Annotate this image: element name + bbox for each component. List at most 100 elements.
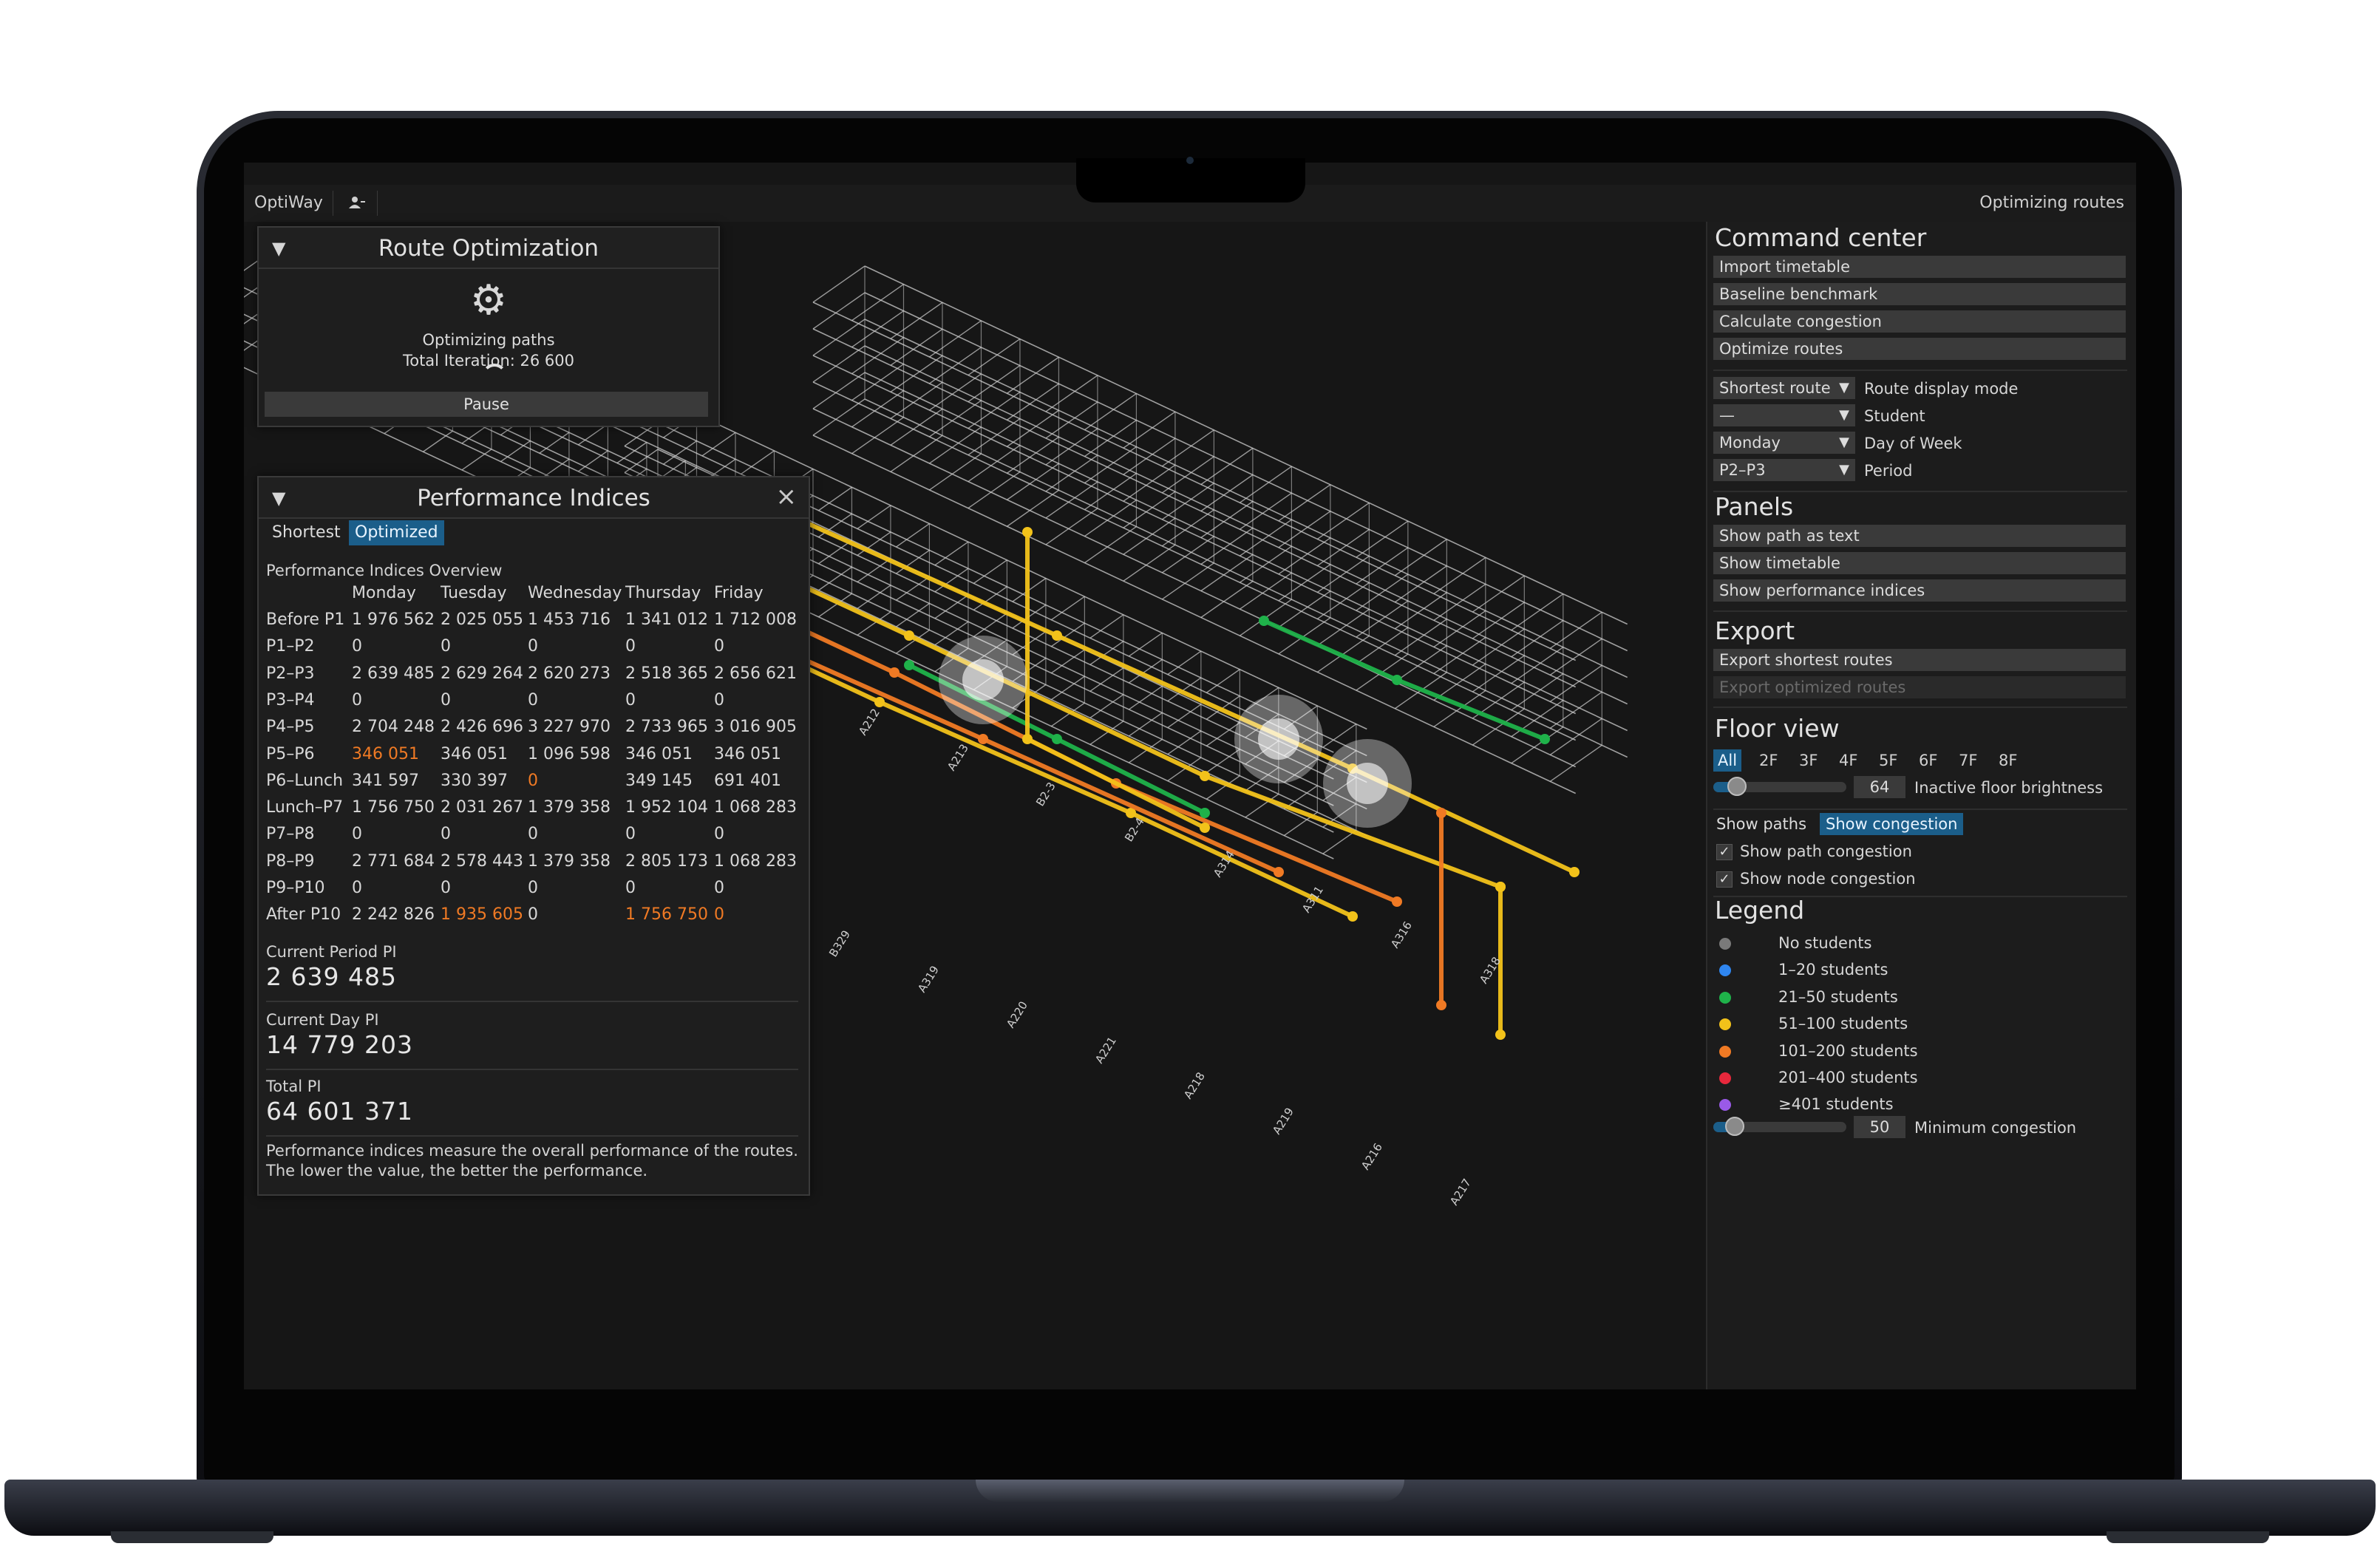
room-edge bbox=[857, 505, 891, 529]
room-edge bbox=[1167, 730, 1202, 755]
table-cell: 691 401 bbox=[714, 771, 781, 790]
optimize-routes-button[interactable]: Optimize routes bbox=[1713, 338, 2126, 360]
table-cell: 2 639 485 bbox=[352, 664, 435, 683]
floor-tab-7f[interactable]: 7F bbox=[1954, 749, 1982, 772]
row-label: P1–P2 bbox=[266, 637, 315, 656]
menubar-divider bbox=[377, 191, 378, 216]
room-label: A217 bbox=[1447, 1177, 1474, 1208]
route-node bbox=[1274, 867, 1284, 877]
current-period-label: Current Period PI bbox=[266, 943, 397, 961]
room-edge bbox=[973, 613, 1007, 637]
pi-footnote: Performance indices measure the overall … bbox=[266, 1141, 798, 1181]
floor-tab-4f[interactable]: 4F bbox=[1835, 749, 1862, 772]
floor-tab-6f[interactable]: 6F bbox=[1914, 749, 1942, 772]
column-header: Tuesday bbox=[441, 584, 507, 602]
user-icon[interactable] bbox=[346, 192, 367, 213]
table-cell: 1 712 008 bbox=[714, 610, 797, 629]
minimum-congestion-slider[interactable] bbox=[1713, 1117, 1846, 1136]
floor-tab-8f[interactable]: 8F bbox=[1994, 749, 2022, 772]
floor-brightness-slider[interactable] bbox=[1713, 777, 1846, 796]
route-node bbox=[1495, 1029, 1506, 1040]
route-display-mode-select[interactable]: Shortest route ▼ bbox=[1713, 377, 1855, 399]
legend-color-dot bbox=[1719, 1045, 1731, 1058]
minimum-congestion-field[interactable]: 50 bbox=[1854, 1116, 1905, 1138]
import-timetable-button[interactable]: Import timetable bbox=[1713, 256, 2126, 278]
table-cell: 2 025 055 bbox=[441, 610, 523, 629]
tab-show-congestion[interactable]: Show congestion bbox=[1820, 813, 1964, 835]
floor-tab-3f[interactable]: 3F bbox=[1795, 749, 1822, 772]
room-edge bbox=[244, 259, 259, 271]
selected-value: P2–P3 bbox=[1719, 461, 1766, 479]
panel-header[interactable]: ▼ Route Optimization bbox=[259, 228, 718, 269]
room-edge bbox=[244, 339, 259, 351]
room-edge bbox=[1089, 694, 1124, 718]
table-cell: 1 952 104 bbox=[625, 798, 708, 817]
dropdown-arrow-icon: ▼ bbox=[1839, 380, 1849, 395]
performance-indices-panel[interactable]: ▼ Performance Indices × Shortest Optimiz… bbox=[257, 476, 810, 1196]
export-shortest-routes-button[interactable]: Export shortest routes bbox=[1713, 649, 2126, 671]
table-cell: 2 426 696 bbox=[441, 718, 523, 737]
show-path-congestion-checkbox[interactable]: ✓ bbox=[1716, 844, 1733, 860]
dropdown-arrow-icon: ▼ bbox=[1839, 462, 1849, 477]
day-of-week-select[interactable]: Monday ▼ bbox=[1713, 432, 1855, 454]
floor-tab-2f[interactable]: 2F bbox=[1755, 749, 1782, 772]
tab-shortest[interactable]: Shortest bbox=[266, 520, 347, 545]
room-edge bbox=[701, 432, 736, 457]
laptop-foot-left bbox=[111, 1531, 273, 1543]
route-node bbox=[1022, 734, 1033, 744]
pause-button[interactable]: Pause bbox=[265, 392, 708, 417]
room-label: A219 bbox=[1270, 1106, 1296, 1137]
room-edge bbox=[1050, 596, 1085, 621]
wall-edge bbox=[864, 292, 1628, 652]
show-path-as-text-button[interactable]: Show path as text bbox=[1713, 525, 2126, 547]
total-pi-value: 64 601 371 bbox=[266, 1097, 413, 1126]
floor-tab-5f[interactable]: 5F bbox=[1874, 749, 1902, 772]
show-performance-indices-button[interactable]: Show performance indices bbox=[1713, 579, 2126, 602]
table-cell: 2 805 173 bbox=[625, 851, 708, 871]
student-select[interactable]: — ▼ bbox=[1713, 404, 1855, 426]
floor-tab-all[interactable]: All bbox=[1713, 749, 1742, 772]
route-node bbox=[1200, 808, 1210, 818]
status-text: Optimizing routes bbox=[1979, 194, 2124, 212]
close-icon[interactable]: × bbox=[776, 482, 798, 511]
gear-icon: ⚙ bbox=[469, 276, 508, 324]
table-cell: 0 bbox=[352, 825, 362, 844]
route-node bbox=[1569, 867, 1580, 877]
row-label: P2–P3 bbox=[266, 664, 315, 683]
congestion-hotspot bbox=[1347, 763, 1388, 804]
period-select[interactable]: P2–P3 ▼ bbox=[1713, 459, 1855, 481]
room-edge bbox=[1050, 649, 1085, 674]
tab-show-paths[interactable]: Show paths bbox=[1710, 813, 1812, 835]
show-path-congestion-label: Show path congestion bbox=[1740, 843, 1912, 860]
brightness-value-field[interactable]: 64 bbox=[1854, 776, 1905, 798]
room-edge bbox=[1128, 712, 1163, 737]
app-name[interactable]: OptiWay bbox=[254, 194, 323, 212]
tab-optimized[interactable]: Optimized bbox=[349, 520, 444, 545]
legend-color-dot bbox=[1719, 1018, 1731, 1031]
calculate-congestion-button[interactable]: Calculate congestion bbox=[1713, 310, 2126, 333]
show-timetable-button[interactable]: Show timetable bbox=[1713, 552, 2126, 574]
slider-handle[interactable] bbox=[1727, 777, 1747, 796]
slider-handle[interactable] bbox=[1724, 1117, 1744, 1136]
route-optimization-panel[interactable]: ▼ Route Optimization ⚙ Optimizing paths … bbox=[257, 226, 720, 427]
dropdown-arrow-icon: ▼ bbox=[1839, 407, 1849, 423]
room-edge bbox=[851, 284, 904, 321]
table-cell: 2 578 443 bbox=[441, 851, 523, 871]
route-node bbox=[1259, 616, 1269, 626]
room-edge bbox=[1167, 650, 1202, 675]
route-node bbox=[889, 667, 900, 678]
panel-header[interactable]: ▼ Performance Indices × bbox=[259, 477, 809, 519]
show-node-congestion-label: Show node congestion bbox=[1740, 870, 1916, 888]
legend-label: 51–100 students bbox=[1778, 1015, 1908, 1033]
table-cell: 2 733 965 bbox=[625, 718, 708, 737]
table-cell: 1 756 750 bbox=[352, 798, 435, 817]
room-edge bbox=[818, 566, 852, 591]
baseline-benchmark-button[interactable]: Baseline benchmark bbox=[1713, 283, 2126, 305]
wall-edge bbox=[864, 265, 1628, 625]
table-cell: 3 016 905 bbox=[714, 718, 797, 737]
current-day-value: 14 779 203 bbox=[266, 1030, 413, 1059]
table-cell: 0 bbox=[441, 690, 451, 709]
show-node-congestion-checkbox[interactable]: ✓ bbox=[1716, 871, 1733, 888]
table-cell: 2 629 264 bbox=[441, 664, 523, 683]
current-period-value: 2 639 485 bbox=[266, 962, 397, 991]
